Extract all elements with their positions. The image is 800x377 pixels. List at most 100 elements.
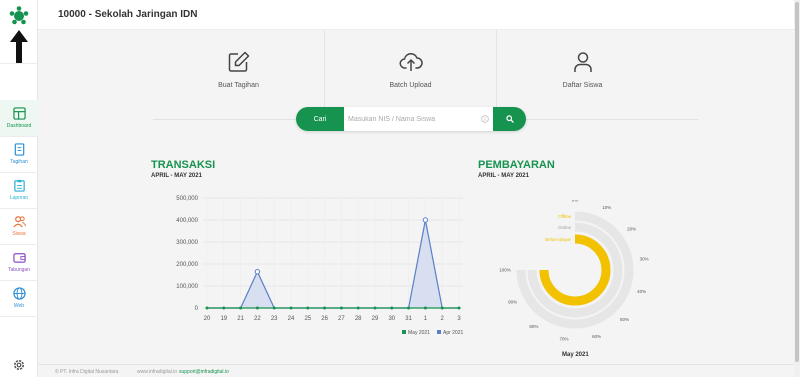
sidebar-item-label: Laporan <box>9 195 29 201</box>
radial-tick-label: 70% <box>560 337 569 342</box>
logo-icon[interactable] <box>8 6 30 26</box>
scrollbar[interactable] <box>794 0 800 377</box>
x-tick-label: 20 <box>204 316 211 322</box>
search-input[interactable] <box>348 111 476 127</box>
radial-tick-label: 50% <box>620 317 629 322</box>
page-title: 10000 - Sekolah Jaringan IDN <box>58 9 198 20</box>
scrollbar-thumb[interactable] <box>795 2 799 362</box>
search-icon <box>505 115 514 123</box>
radial-tick-label: 40% <box>637 289 646 294</box>
data-point-may <box>255 306 259 310</box>
sidebar-item-web[interactable]: Web <box>0 280 38 316</box>
sidebar: Dashboard Tagihan Laporan Siswa Tabungan… <box>0 0 38 377</box>
ring-label: Online <box>558 225 572 230</box>
wallet-icon <box>12 253 26 263</box>
x-tick-label: 25 <box>304 316 311 322</box>
radial-tick-label: 80% <box>529 324 538 329</box>
x-tick-label: 27 <box>338 316 345 322</box>
student-list-label: Daftar Siswa <box>562 82 603 89</box>
users-icon <box>12 216 26 228</box>
y-tick-label: 100,000 <box>176 284 198 290</box>
transaction-chart: 0 100,000 200,000 300,000 400,000 500,000 20 19… <box>176 196 464 336</box>
sidebar-item-label: Tagihan <box>10 159 28 165</box>
ring-label: Belum Bayar <box>545 237 571 242</box>
edit-icon <box>228 51 249 72</box>
sidebar-item-tabungan[interactable]: Tabungan <box>0 244 38 280</box>
x-tick-label: 3 <box>457 316 461 322</box>
search-button[interactable] <box>493 107 526 131</box>
data-point-may <box>323 306 327 310</box>
legend-swatch <box>402 330 406 334</box>
sidebar-item-siswa[interactable]: Siswa <box>0 208 38 244</box>
up-arrow-icon <box>10 30 28 64</box>
payment-radial-chart: Offline Online Belum Bayar 0% 10% 20% 30% 40% 50… <box>499 200 649 342</box>
transaksi-subtitle: APRIL - MAY 2021 <box>151 173 202 179</box>
x-tick-label: 30 <box>388 316 395 322</box>
sidebar-item-label: Siswa <box>12 231 26 237</box>
dashboard-icon <box>12 107 26 120</box>
x-tick-label: 2 <box>441 316 445 322</box>
data-point-may <box>289 306 293 310</box>
data-point-may <box>272 306 276 310</box>
cloud-upload-icon <box>399 52 423 71</box>
x-tick-label: 31 <box>405 316 412 322</box>
y-tick-label: 0 <box>195 306 199 312</box>
data-point-may <box>373 306 377 310</box>
data-point-apr <box>422 217 429 223</box>
create-bill-label: Buat Tagihan <box>218 82 259 89</box>
student-search: Cari <box>296 107 526 131</box>
footer-website-link[interactable]: www.infradigital.io <box>137 369 177 375</box>
transaksi-title: TRANSAKSI <box>151 159 216 171</box>
sidebar-divider <box>0 316 38 317</box>
y-tick-label: 500,000 <box>176 196 198 202</box>
ring-value <box>539 234 611 306</box>
legend-label: Apr 2021 <box>443 330 464 336</box>
radial-tick-label: 0% <box>572 200 579 203</box>
data-point-may <box>339 306 343 310</box>
create-bill-button[interactable]: Buat Tagihan <box>153 30 324 118</box>
ring-label: Offline <box>558 214 571 219</box>
x-tick-label: 26 <box>321 316 328 322</box>
report-icon <box>13 179 25 192</box>
data-point-may <box>205 306 209 310</box>
batch-upload-button[interactable]: Batch Upload <box>325 30 496 118</box>
pembayaran-subtitle: APRIL - MAY 2021 <box>478 173 529 179</box>
x-tick-label: 21 <box>237 316 244 322</box>
sidebar-item-label: Dashboard <box>6 123 32 129</box>
info-icon[interactable] <box>481 115 489 123</box>
gear-icon[interactable] <box>12 358 26 372</box>
data-point-may <box>306 306 310 310</box>
data-point-apr <box>254 269 261 275</box>
x-tick-label: 19 <box>220 316 227 322</box>
y-tick-label: 200,000 <box>176 262 198 268</box>
data-point-may <box>239 306 243 310</box>
x-tick-label: 24 <box>288 316 295 322</box>
radial-tick-label: 90% <box>508 299 517 304</box>
x-tick-label: 29 <box>372 316 379 322</box>
data-point-may <box>423 306 427 310</box>
ring-track <box>516 211 634 329</box>
pembayaran-title: PEMBAYARAN <box>478 159 555 171</box>
user-icon <box>573 52 592 72</box>
footer-email-link[interactable]: support@infradigital.io <box>179 369 229 375</box>
x-tick-label: 28 <box>355 316 362 322</box>
radial-tick-label: 100% <box>499 268 511 273</box>
student-list-button[interactable]: Daftar Siswa <box>497 30 668 118</box>
payment-chart-caption: May 2021 <box>562 352 589 358</box>
sidebar-item-label: Web <box>13 303 25 309</box>
quick-actions: Buat Tagihan Batch Upload Daftar Siswa <box>153 30 698 118</box>
radial-tick-label: 30% <box>640 257 649 262</box>
footer: © PT. Infra Digital Nusantara www.infrad… <box>38 364 800 377</box>
legend-label: May 2021 <box>408 330 430 336</box>
data-point-may <box>457 306 461 310</box>
sidebar-item-laporan[interactable]: Laporan <box>0 172 38 208</box>
sidebar-item-dashboard[interactable]: Dashboard <box>0 100 38 136</box>
data-point-may <box>356 306 360 310</box>
data-point-may <box>440 306 444 310</box>
x-tick-label: 22 <box>254 316 261 322</box>
batch-upload-label: Batch Upload <box>389 82 432 89</box>
radial-tick-label: 20% <box>627 226 636 231</box>
search-submit-button[interactable]: Cari <box>296 107 344 131</box>
sidebar-item-tagihan[interactable]: Tagihan <box>0 136 38 172</box>
radial-tick-label: 10% <box>602 205 611 210</box>
